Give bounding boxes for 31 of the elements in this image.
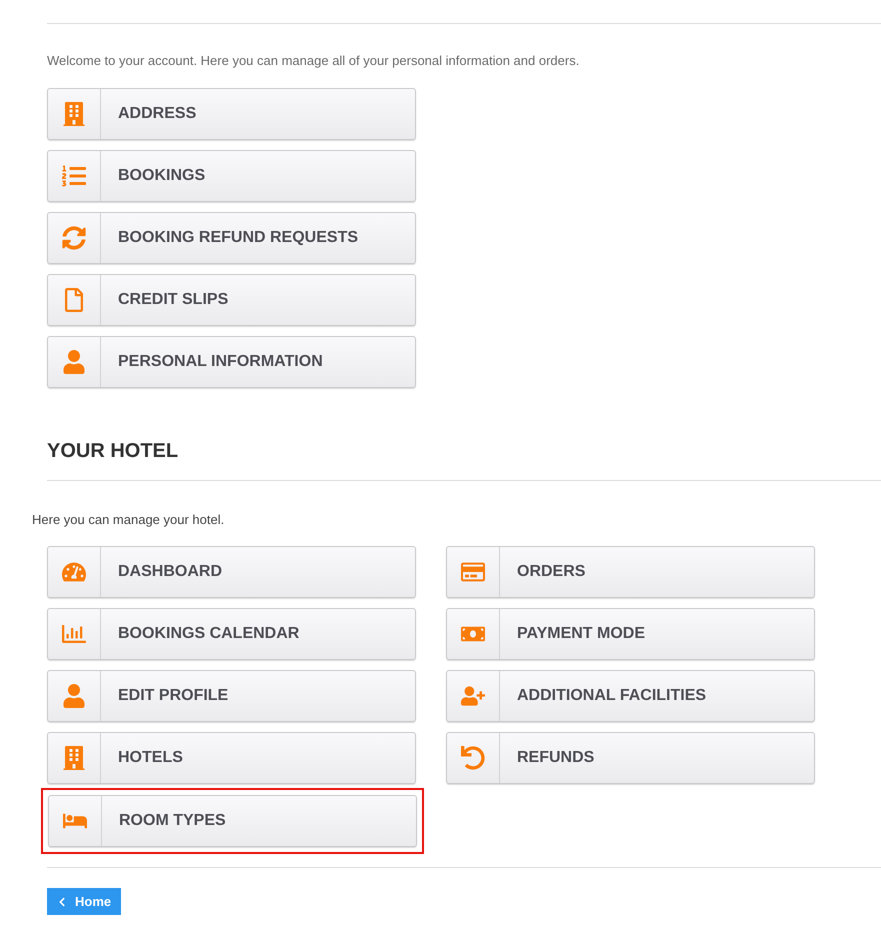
gauge-icon bbox=[62, 560, 86, 584]
intro-text: Here you can manage your hotel. bbox=[32, 510, 226, 529]
undo-icon bbox=[461, 746, 485, 770]
intro-text: Welcome to your account. Here you can manage all of your personal information and orders. bbox=[47, 52, 580, 70]
user-plus-icon bbox=[461, 684, 485, 708]
bar-chart-icon bbox=[62, 622, 86, 646]
section-heading: YOUR HOTEL bbox=[47, 438, 180, 464]
account-link-button[interactable]: BOOKINGS CALENDAR bbox=[47, 608, 416, 660]
account-link-button[interactable]: BOOKINGS bbox=[47, 150, 416, 202]
account-link-button[interactable]: HOTELS bbox=[47, 732, 416, 784]
account-link-button[interactable]: PERSONAL INFORMATION bbox=[47, 336, 416, 388]
chevron-left-icon bbox=[57, 896, 67, 906]
user-icon bbox=[62, 684, 86, 708]
file-icon bbox=[62, 288, 86, 312]
home-label: Home bbox=[75, 892, 112, 911]
user-icon bbox=[62, 350, 86, 374]
account-link-button[interactable]: BOOKING REFUND REQUESTS bbox=[47, 212, 416, 264]
account-link-button[interactable]: ADDITIONAL FACILITIES bbox=[446, 670, 815, 722]
account-link-button[interactable]: EDIT PROFILE bbox=[47, 670, 416, 722]
building-icon bbox=[62, 746, 86, 770]
numbered-list-icon bbox=[62, 164, 86, 188]
account-link-button[interactable]: CREDIT SLIPS bbox=[47, 274, 416, 326]
account-link-button[interactable]: PAYMENT MODE bbox=[446, 608, 815, 660]
building-icon bbox=[62, 102, 86, 126]
account-link-button[interactable]: ADDRESS bbox=[47, 88, 416, 140]
account-link-button[interactable]: ROOM TYPES bbox=[48, 795, 417, 847]
account-link-button[interactable]: DASHBOARD bbox=[47, 546, 416, 598]
account-link-button[interactable]: REFUNDS bbox=[446, 732, 815, 784]
account-link-button[interactable]: ORDERS bbox=[446, 546, 815, 598]
credit-card-icon bbox=[461, 560, 485, 584]
refresh-icon bbox=[62, 226, 86, 250]
